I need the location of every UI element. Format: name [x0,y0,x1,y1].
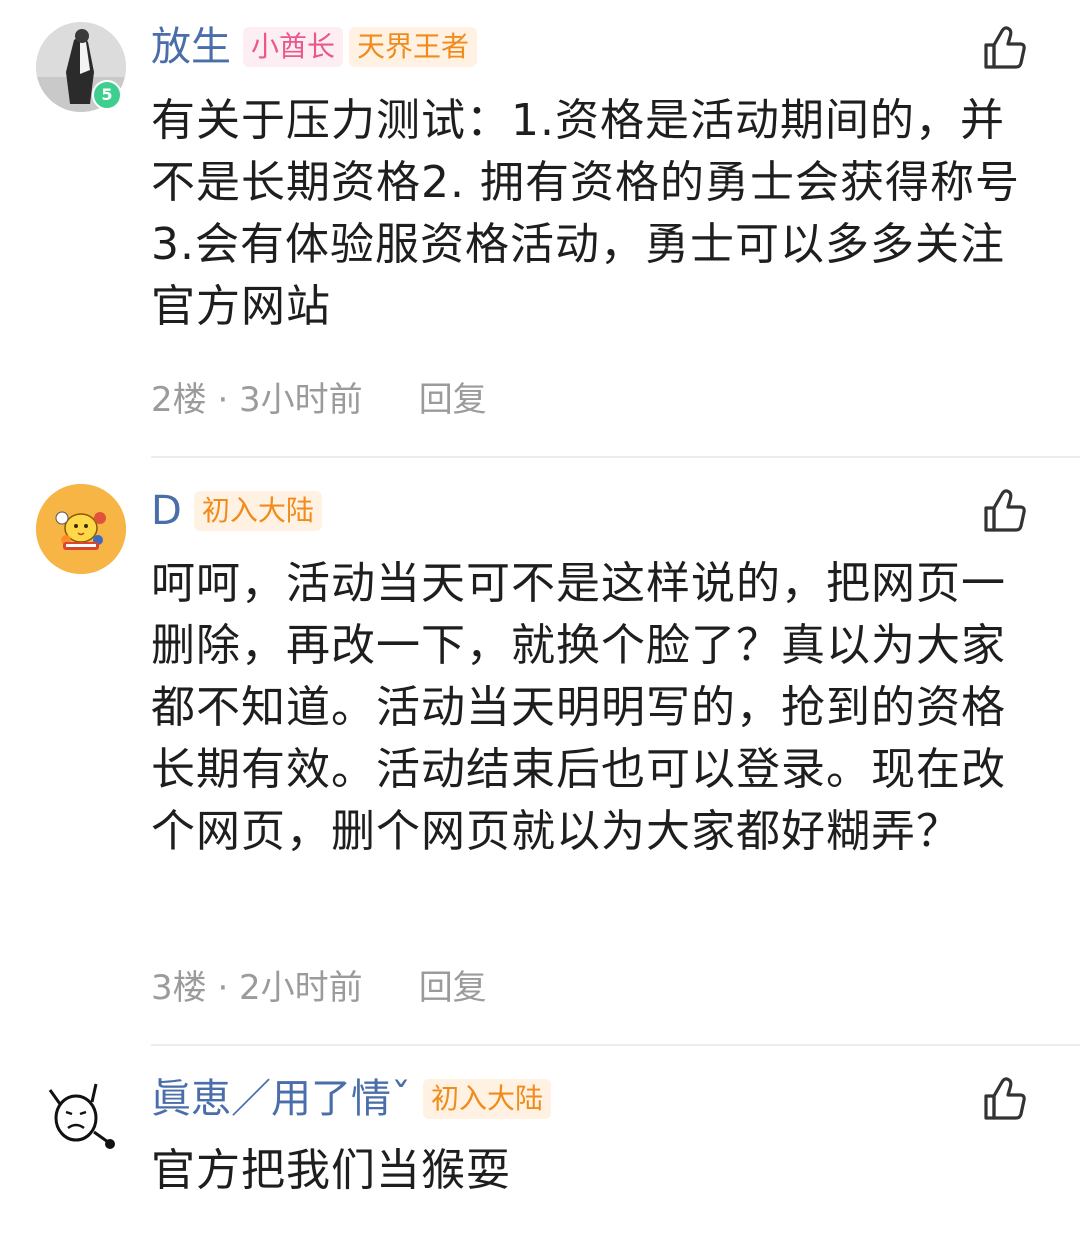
comment-text: 官方把我们当猴耍 [151,1145,511,1196]
thumbs-up-icon [984,26,1026,69]
floor-time: 3楼 · 2小时前 [151,967,363,1008]
comment-meta: 3楼 · 2小时前 回复 [151,959,487,1009]
avatar[interactable] [36,484,126,574]
divider [151,1044,1080,1046]
username[interactable]: 眞恵／用了情ˇ [151,1072,411,1126]
reply-button[interactable]: 回复 [419,372,487,421]
thumbs-up-icon [984,489,1026,532]
username[interactable]: 放生 [151,20,231,74]
like-button[interactable] [978,1072,1032,1126]
level-badge: 5 [92,80,122,110]
like-button[interactable] [978,21,1032,75]
comment-header: 眞恵／用了情ˇ 初入大陆 [151,1072,552,1126]
comment-header: D 初入大陆 [151,484,322,538]
comment-text: 呵呵，活动当天可不是这样说的，把网页一删除，再改一下，就换个脸了？真以为大家都不… [151,558,1006,857]
user-badge: 小酋长 [243,27,344,67]
avatar[interactable] [36,1072,126,1162]
divider [151,456,1080,458]
user-badge: 初入大陆 [423,1079,552,1119]
comment-header: 放生 小酋长 天界王者 [151,20,478,74]
avatar-cartoon [36,484,126,574]
comment-text: 有关于压力测试：1.资格是活动期间的，并不是长期资格2. 拥有资格的勇士会获得称… [151,95,1020,332]
thumbs-up-icon [984,1077,1026,1120]
username[interactable]: D [151,484,182,538]
user-badge: 初入大陆 [193,491,322,531]
comment-meta: 2楼 · 3小时前 回复 [151,371,487,421]
reply-button[interactable]: 回复 [419,960,487,1009]
user-badge: 天界王者 [349,27,478,67]
like-button[interactable] [978,484,1032,538]
avatar-meme [36,1072,126,1162]
floor-time: 2楼 · 3小时前 [151,379,363,420]
